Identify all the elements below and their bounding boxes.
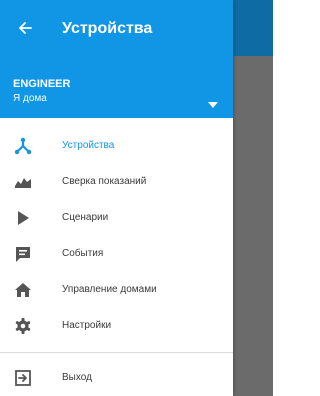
menu-item-label: События [62,248,104,259]
account-switcher[interactable]: ENGINEER Я дома [0,62,233,118]
account-location: Я дома [13,93,47,104]
scrim-appbar [233,0,273,56]
menu-item-label: Настройки [62,320,112,331]
drawer-menu: Устройства Сверка показаний Сценарии Соб… [0,128,233,344]
menu-item-exit[interactable]: Выход [0,360,233,396]
menu-item-home-management[interactable]: Управление домами [0,272,233,308]
menu-item-readings[interactable]: Сверка показаний [0,164,233,200]
navigation-drawer: Устройства ENGINEER Я дома Устройства Св… [0,0,233,396]
play-icon [14,209,32,227]
menu-divider [0,352,233,353]
menu-item-devices[interactable]: Устройства [0,128,233,164]
scrim-overlay[interactable] [233,0,273,396]
menu-item-settings[interactable]: Настройки [0,308,233,344]
page-title: Устройства [62,20,153,37]
menu-item-label: Сценарии [62,212,109,223]
menu-item-label: Устройства [62,140,115,151]
message-icon [14,245,32,263]
back-button[interactable] [11,14,39,42]
menu-item-label: Сверка показаний [62,176,147,187]
home-icon [14,281,32,299]
readings-icon [14,173,32,191]
menu-item-events[interactable]: События [0,236,233,272]
exit-icon [14,369,32,387]
menu-item-label: Выход [62,372,92,383]
menu-item-scenarios[interactable]: Сценарии [0,200,233,236]
arrow-left-icon [19,22,32,34]
devices-tree-icon [14,137,32,155]
drawer-header-bar: Устройства [0,0,233,62]
caret-down-icon [208,102,218,108]
account-name: ENGINEER [13,78,71,90]
gear-icon [14,317,32,335]
menu-item-label: Управление домами [62,284,157,295]
